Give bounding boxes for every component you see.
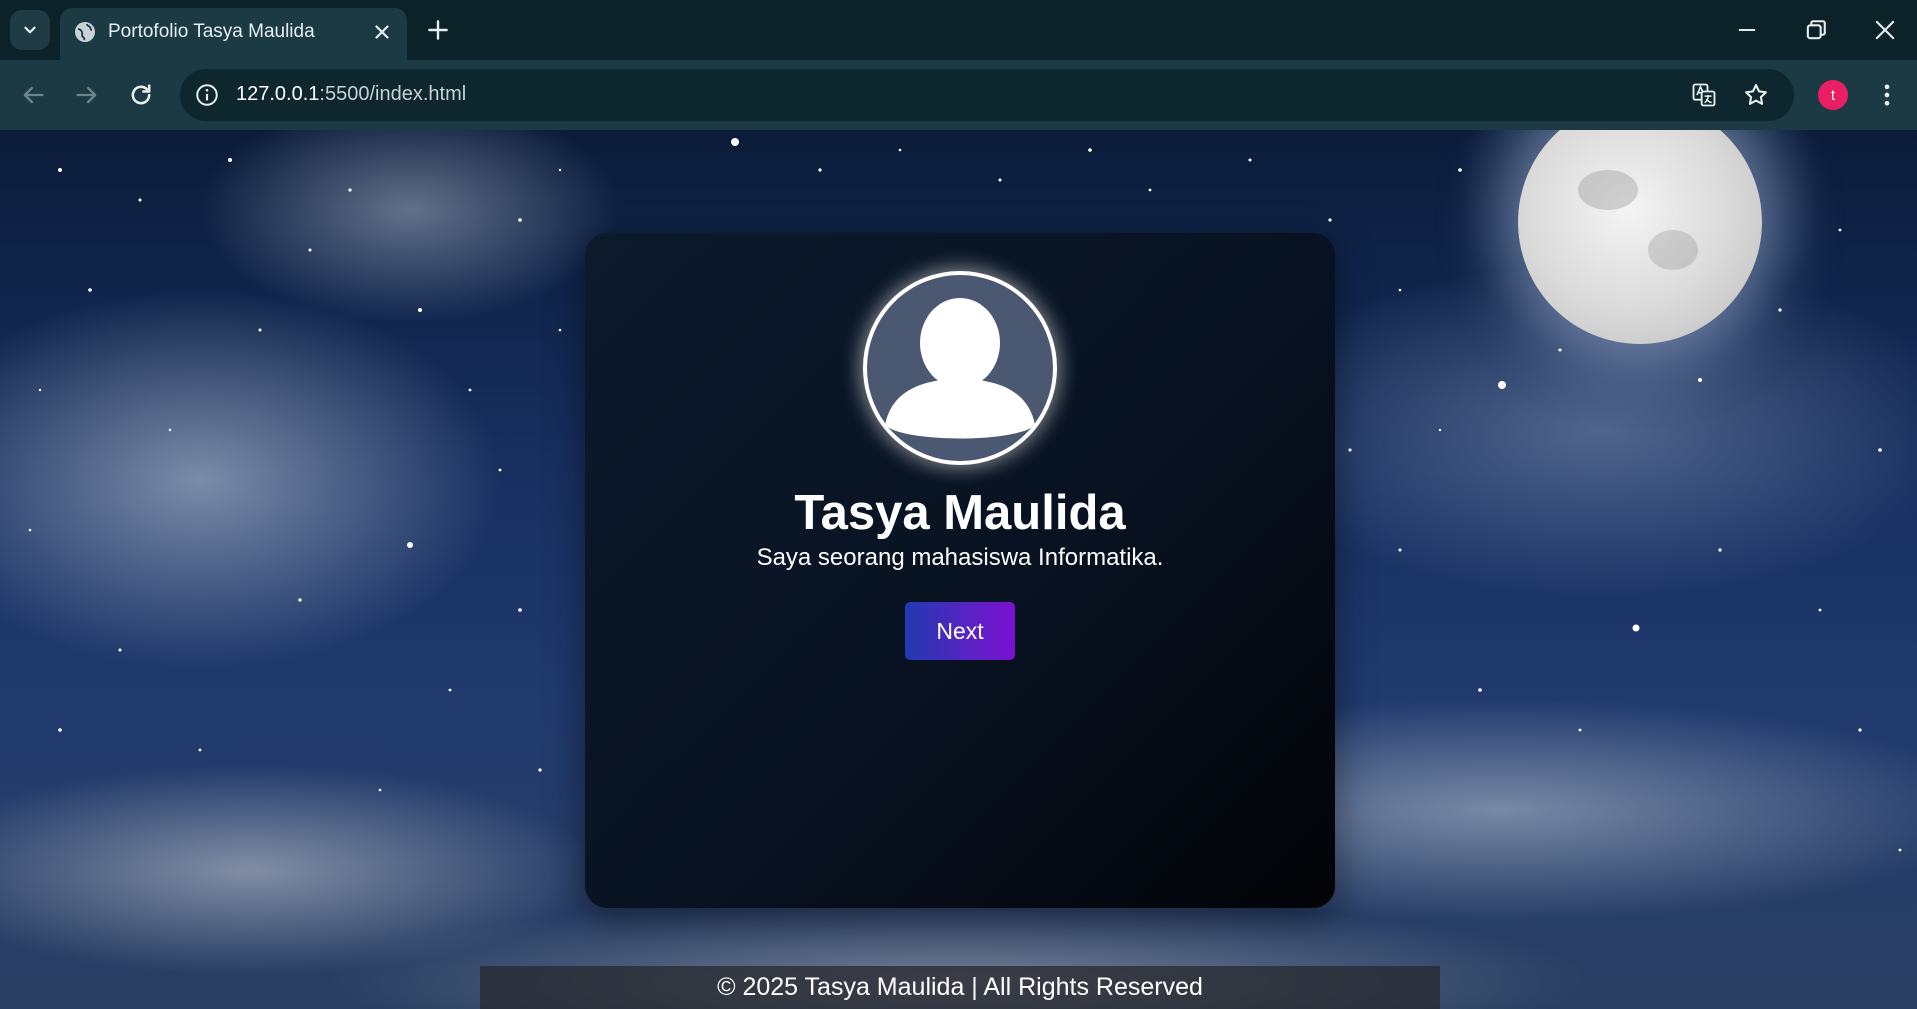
profile-card: Tasya Maulida Saya seorang mahasiswa Inf… xyxy=(585,233,1335,908)
tab-bar: Portofolio Tasya Maulida xyxy=(0,0,1917,60)
profile-avatar[interactable]: t xyxy=(1818,80,1848,110)
person-silhouette-icon xyxy=(885,298,1035,439)
page-footer: © 2025 Tasya Maulida | All Rights Reserv… xyxy=(480,966,1440,1009)
address-bar[interactable]: 127.0.0.1:5500/index.html xyxy=(180,69,1794,121)
close-icon[interactable] xyxy=(371,21,393,43)
page-viewport: Tasya Maulida Saya seorang mahasiswa Inf… xyxy=(0,130,1917,1009)
back-icon[interactable] xyxy=(19,81,47,109)
profile-photo xyxy=(863,271,1057,465)
chevron-down-icon xyxy=(24,26,36,34)
forward-icon[interactable] xyxy=(73,81,101,109)
profile-name: Tasya Maulida xyxy=(794,486,1126,540)
globe-icon xyxy=(75,22,95,42)
profile-initial: t xyxy=(1830,86,1836,104)
reload-icon[interactable] xyxy=(127,81,155,109)
next-button[interactable]: Next xyxy=(905,602,1015,660)
window-close-icon[interactable] xyxy=(1871,16,1899,44)
footer-copyright: © 2025 Tasya Maulida | All Rights Reserv… xyxy=(717,973,1203,1001)
url-path: :5500/index.html xyxy=(319,83,467,105)
browser-toolbar: 127.0.0.1:5500/index.html t xyxy=(0,60,1917,130)
url-host: 127.0.0.1 xyxy=(236,83,320,105)
more-vert-icon[interactable] xyxy=(1873,81,1901,109)
minimize-icon[interactable] xyxy=(1733,16,1761,44)
tab-list-button[interactable] xyxy=(10,10,50,50)
star-icon[interactable] xyxy=(1742,81,1770,109)
restore-icon[interactable] xyxy=(1802,16,1830,44)
plus-icon[interactable] xyxy=(425,17,451,43)
profile-tagline: Saya seorang mahasiswa Informatika. xyxy=(756,544,1164,571)
info-icon[interactable] xyxy=(194,82,220,108)
url-text[interactable]: 127.0.0.1:5500/index.html xyxy=(236,83,466,106)
active-tab[interactable]: Portofolio Tasya Maulida xyxy=(60,8,407,60)
tab-title: Portofolio Tasya Maulida xyxy=(108,21,315,42)
translate-icon[interactable] xyxy=(1690,81,1718,109)
